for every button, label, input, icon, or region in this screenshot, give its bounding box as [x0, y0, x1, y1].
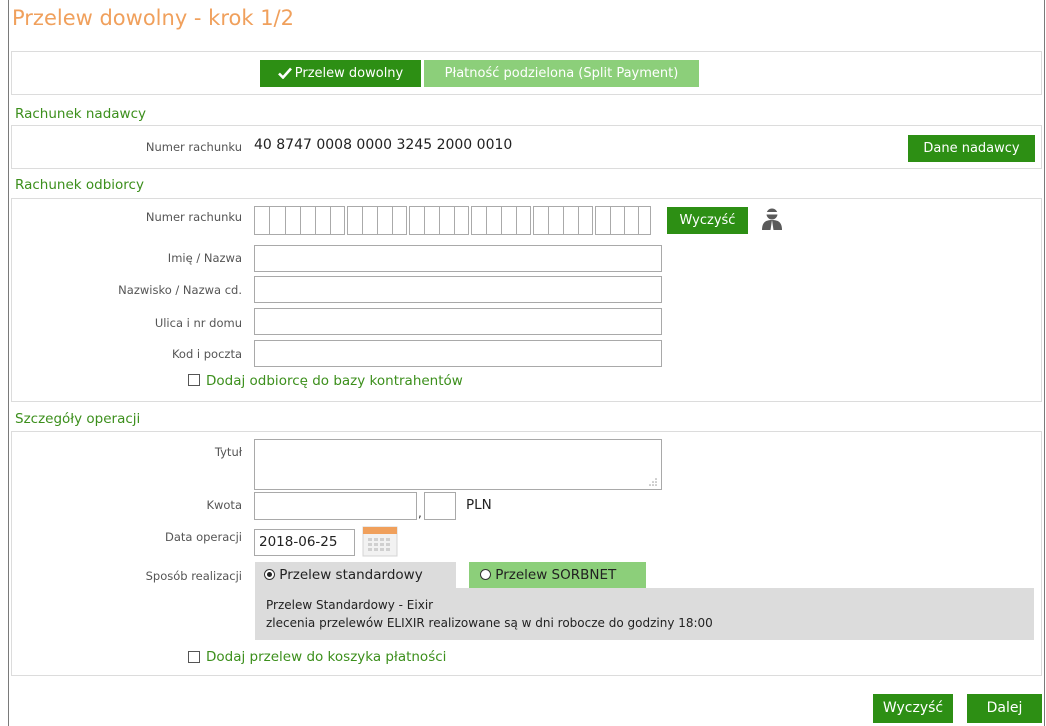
recipient-street-label: Ulica i nr domu [154, 316, 242, 330]
recipient-account-label: Numer rachunku [145, 210, 242, 224]
next-label: Dalej [986, 700, 1023, 716]
radio-selected-icon [264, 569, 275, 580]
recipient-surname-input[interactable] [254, 276, 662, 303]
checkmark-icon [277, 62, 292, 89]
method-standard-option[interactable]: Przelew standardowy [255, 562, 456, 589]
add-to-contacts-checkbox[interactable] [188, 374, 200, 386]
standard-transfer-button[interactable]: Przelew dowolny [260, 60, 421, 87]
recipient-name-label: Imię / Nazwa [167, 251, 242, 265]
standard-transfer-label: Przelew dowolny [294, 66, 404, 81]
left-border [8, 0, 9, 726]
recipient-surname-label: Nazwisko / Nazwa cd. [118, 283, 242, 297]
amount-cents-input[interactable] [424, 492, 456, 520]
account-segment-1[interactable] [254, 206, 286, 235]
method-sorbnet-label: Przelew SORBNET [495, 567, 617, 583]
sender-account-number: 40 8747 0008 0000 3245 2000 0010 [254, 137, 513, 153]
account-segment-5[interactable] [471, 206, 531, 235]
method-label: Sposób realizacji [145, 569, 242, 583]
amount-input[interactable] [254, 492, 417, 520]
recipient-street-input[interactable] [254, 308, 662, 335]
account-segment-2[interactable] [285, 206, 345, 235]
next-button[interactable]: Dalej [967, 694, 1042, 723]
right-border [1044, 0, 1045, 726]
method-sorbnet-option[interactable]: Przelew SORBNET [469, 562, 646, 589]
add-to-contacts-label[interactable]: Dodaj odbiorcę do bazy kontrahentów [206, 373, 463, 389]
details-section-title: Szczegóły operacji [15, 411, 141, 427]
split-payment-button[interactable]: Płatność podzielona (Split Payment) [424, 60, 699, 87]
resize-handle-icon[interactable] [648, 476, 658, 486]
sender-account-label: Numer rachunku [145, 140, 242, 154]
add-to-basket-label[interactable]: Dodaj przelew do koszyka płatności [206, 649, 446, 665]
title-label: Tytuł [214, 445, 242, 459]
decimal-separator: , [418, 506, 422, 520]
currency-label: PLN [466, 497, 492, 513]
page-title: Przelew dowolny - krok 1/2 [12, 6, 294, 30]
recipient-postal-label: Kod i poczta [171, 347, 242, 361]
method-standard-label: Przelew standardowy [279, 567, 423, 583]
method-info-line-1: Przelew Standardowy - Eixir [266, 598, 434, 612]
amount-label: Kwota [206, 498, 242, 512]
footer-clear-button[interactable]: Wyczyść [873, 694, 953, 723]
recipient-section-title: Rachunek odbiorcy [15, 177, 144, 193]
recipient-name-input[interactable] [254, 245, 662, 272]
recipient-clear-button[interactable]: Wyczyść [667, 207, 748, 234]
title-textarea[interactable] [254, 439, 662, 490]
account-segment-4[interactable] [409, 206, 469, 235]
account-segment-3[interactable] [347, 206, 407, 235]
account-segment-6[interactable] [533, 206, 593, 235]
recipient-postal-input[interactable] [254, 340, 662, 367]
date-input[interactable]: 2018-06-25 [254, 529, 355, 556]
radio-unselected-icon [480, 569, 491, 580]
person-silhouette-icon[interactable] [761, 207, 783, 231]
recipient-clear-label: Wyczyść [679, 213, 736, 228]
method-info-box: Przelew Standardowy - Eixir zlecenia prz… [255, 588, 1034, 640]
split-payment-label: Płatność podzielona (Split Payment) [444, 66, 679, 81]
method-info-line-2: zlecenia przelewów ELIXIR realizowane są… [266, 616, 713, 630]
sender-details-button[interactable]: Dane nadawcy [908, 135, 1035, 162]
date-label: Data operacji [164, 530, 242, 544]
footer-clear-label: Wyczyść [882, 700, 944, 716]
sender-details-label: Dane nadawcy [923, 141, 1020, 156]
sender-section-title: Rachunek nadawcy [15, 106, 146, 122]
calendar-icon[interactable] [362, 524, 398, 557]
account-segment-7[interactable] [595, 206, 651, 235]
add-to-basket-checkbox[interactable] [188, 651, 200, 663]
